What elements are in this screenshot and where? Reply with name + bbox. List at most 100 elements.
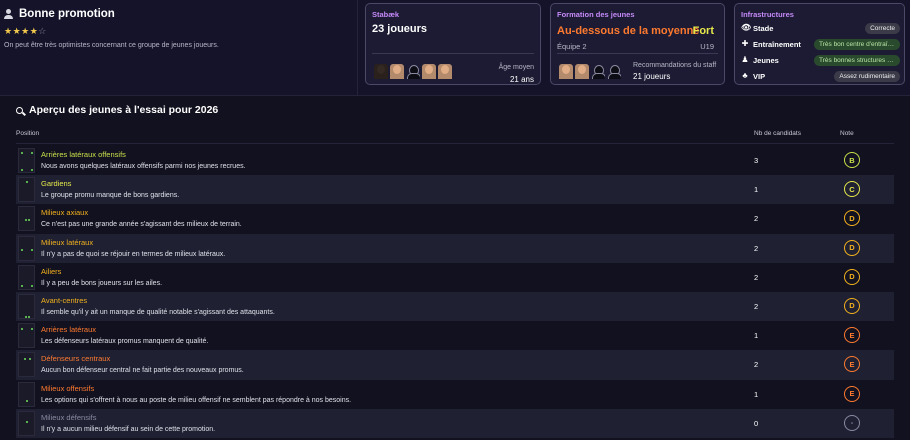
position-name[interactable]: Milieux défensifs xyxy=(41,413,96,422)
player-face[interactable] xyxy=(575,64,589,79)
grade-badge: D xyxy=(844,210,860,227)
eye-icon: 👁 xyxy=(741,23,752,32)
promotion-title-row: Bonne promotion xyxy=(4,8,354,20)
table-row[interactable]: Ailiers Il y a peu de bons joueurs sur le… xyxy=(16,263,894,292)
position-description: Il y a peu de bons joueurs sur les ailes… xyxy=(41,279,163,287)
player-silhouette[interactable] xyxy=(406,64,420,79)
player-face[interactable] xyxy=(374,64,388,79)
position-name[interactable]: Arrières latéraux xyxy=(41,325,96,334)
table-row[interactable]: Milieux axiaux Ce n'est pas une grande an… xyxy=(16,204,894,233)
candidate-count: 2 xyxy=(754,301,759,311)
section-title-text: Aperçu des jeunes à l'essai pour 2026 xyxy=(29,104,219,116)
promotion-summary: Bonne promotion ★★★★☆ On peut être très … xyxy=(4,8,354,49)
position-description: Les défenseurs latéraux promus manquent … xyxy=(41,338,209,346)
pitch-position-icon xyxy=(18,206,35,232)
position-dot xyxy=(31,248,33,251)
overview-panel: Bonne promotion ★★★★☆ On peut être très … xyxy=(0,0,910,96)
position-name[interactable]: Gardiens xyxy=(41,179,71,188)
position-description: Il semble qu'il y ait un manque de quali… xyxy=(41,308,275,316)
pitch-position-icon xyxy=(18,352,35,378)
grade-badge: E xyxy=(844,385,860,402)
youth-training-card[interactable]: Formation des jeunes Au-dessous de la mo… xyxy=(550,3,725,85)
position-dot xyxy=(31,152,33,154)
player-face[interactable] xyxy=(438,64,452,79)
position-dot xyxy=(28,219,30,222)
position-table: Arrières latéraux offensifs Nous avons qu… xyxy=(16,146,894,438)
pitch-position-icon xyxy=(18,410,35,436)
position-name[interactable]: Arrières latéraux offensifs xyxy=(41,150,126,159)
player-faces xyxy=(374,64,452,79)
grade-badge: E xyxy=(844,327,860,344)
club-name[interactable]: Stabæk xyxy=(372,10,399,19)
staff-recommendations-value: 21 joueurs xyxy=(633,72,671,81)
column-header-note[interactable]: Note xyxy=(840,130,854,137)
infra-value-badge: Correcte xyxy=(865,22,900,34)
player-face[interactable] xyxy=(559,64,573,79)
grade-badge: D xyxy=(844,239,860,256)
infra-row-vip: ♣ VIP Assez rudimentaire xyxy=(741,70,900,82)
table-row[interactable]: Défenseurs centraux Aucun bon défenseur c… xyxy=(16,350,894,380)
table-row[interactable]: Milieux défensifs Il n'y a aucun milieu d… xyxy=(16,408,894,438)
stars-empty: ☆ xyxy=(38,26,47,36)
pitch-position-icon xyxy=(18,148,35,173)
position-dot xyxy=(21,152,23,154)
position-dot xyxy=(21,248,23,251)
position-name[interactable]: Ailiers xyxy=(41,267,61,276)
infrastructure-card[interactable]: Infrastructures 👁 Stade Correcte ✚ Entraîn… xyxy=(734,3,905,85)
avg-age-value: 21 ans xyxy=(509,75,534,84)
table-row[interactable]: Arrières latéraux Les défenseurs latéraux… xyxy=(16,321,894,350)
position-dot xyxy=(31,169,33,171)
grade-badge: B xyxy=(844,152,860,168)
team-label: Équipe 2 xyxy=(557,42,587,51)
pitch-position-icon xyxy=(18,177,35,203)
position-description: Il n'y a pas de quoi se réjouir en terme… xyxy=(41,250,226,258)
staff-recommendations-label: Recommandations du staff xyxy=(633,62,717,69)
infra-row-stadium: 👁 Stade Correcte xyxy=(741,22,900,34)
candidate-count: 3 xyxy=(754,156,759,165)
grade-badge: D xyxy=(844,297,860,314)
position-name[interactable]: Milieux axiaux xyxy=(41,208,88,217)
position-dot xyxy=(25,315,27,318)
player-face[interactable] xyxy=(390,64,404,79)
position-description: Le groupe promu manque de bons gardiens. xyxy=(41,192,180,200)
person-icon xyxy=(4,9,13,19)
position-description: Il n'y a aucun milieu défensif au sein d… xyxy=(41,425,216,433)
club-card[interactable]: Stabæk 23 joueurs Âge moyen 21 ans xyxy=(365,3,541,85)
infra-label: Jeunes xyxy=(753,55,779,65)
grade-badge: - xyxy=(844,414,860,431)
pitch-position-icon xyxy=(18,235,35,261)
player-silhouette[interactable] xyxy=(607,64,621,79)
column-header-position[interactable]: Position xyxy=(16,130,39,137)
infra-label: Stade xyxy=(753,23,774,33)
column-header-count[interactable]: Nb de candidats xyxy=(754,130,801,137)
position-name[interactable]: Milieux offensifs xyxy=(41,384,94,393)
table-row[interactable]: Milieux offensifs Les options qui s'offre… xyxy=(16,380,894,409)
position-name[interactable]: Avant-centres xyxy=(41,296,87,305)
age-group: U19 xyxy=(700,42,714,51)
candidate-count: 1 xyxy=(754,331,759,341)
position-name[interactable]: Milieux latéraux xyxy=(41,238,93,247)
grade-badge: E xyxy=(844,356,860,373)
staff-picks-faces xyxy=(559,64,621,79)
position-name[interactable]: Défenseurs centraux xyxy=(41,354,110,363)
player-silhouette[interactable] xyxy=(591,64,605,79)
youth-training-title: Formation des jeunes xyxy=(557,10,635,19)
candidate-count: 0 xyxy=(754,418,759,428)
table-row[interactable]: Milieux latéraux Il n'y a pas de quoi se … xyxy=(16,233,894,263)
position-dot xyxy=(21,328,23,331)
youth-icon: ♟ xyxy=(741,55,749,64)
star-rating: ★★★★☆ xyxy=(4,26,354,37)
table-row[interactable]: Avant-centres Il semble qu'il y ait un ma… xyxy=(16,291,894,322)
infra-row-training: ✚ Entraînement Très bon centre d'entraîne… xyxy=(741,38,900,50)
pitch-position-icon xyxy=(18,323,35,349)
candidate-count: 2 xyxy=(754,272,759,282)
infra-label: Entraînement xyxy=(753,39,801,49)
stars-filled: ★★★★ xyxy=(4,26,39,36)
player-face[interactable] xyxy=(422,64,436,79)
candidate-count: 2 xyxy=(754,243,759,253)
table-row[interactable]: Gardiens Le groupe promu manque de bons g… xyxy=(16,175,894,205)
table-row[interactable]: Arrières latéraux offensifs Nous avons qu… xyxy=(16,146,894,175)
position-description: Nous avons quelques latéraux offensifs p… xyxy=(41,163,246,170)
position-description: Les options qui s'offrent à nous au post… xyxy=(41,396,352,404)
training-rating: Au-dessous de la moyenne xyxy=(557,25,700,37)
